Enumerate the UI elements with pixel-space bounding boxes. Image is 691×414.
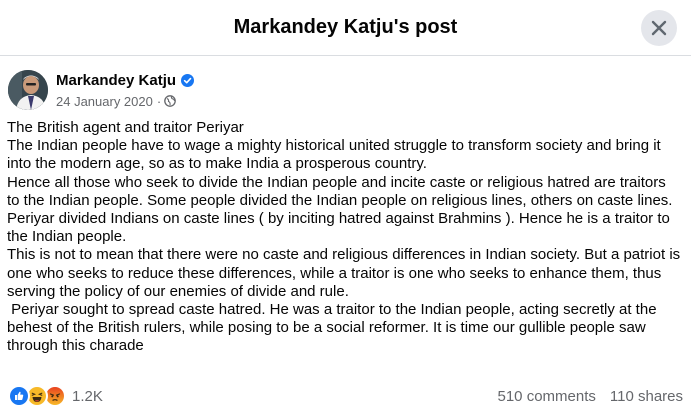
engagement-stats: 510 comments 110 shares — [484, 388, 684, 405]
post-line: through this charade — [7, 337, 144, 355]
post-line: Hence all those who seek to divide the I… — [7, 173, 666, 191]
post-line: into the modern age, so as to make India… — [7, 155, 427, 173]
post-footer: 1.2K 510 comments 110 shares — [8, 385, 683, 407]
post-text: The British agent and traitor Periyar Th… — [7, 119, 683, 356]
post-date[interactable]: 24 January 2020 — [56, 94, 153, 109]
comments-count[interactable]: 510 comments — [498, 388, 596, 405]
avatar[interactable] — [8, 70, 48, 110]
post-line: one who seeks to reduce these difference… — [7, 264, 662, 282]
reaction-icons — [8, 385, 66, 407]
post-line: serving the policy of our enemies of div… — [7, 282, 349, 300]
shares-count[interactable]: 110 shares — [610, 388, 683, 405]
post-line: Periyar divided Indians on caste lines (… — [7, 210, 670, 228]
close-button[interactable] — [641, 10, 677, 46]
post-line: Periyar sought to spread caste hatred. H… — [7, 301, 657, 319]
post-line: This is not to mean that there were no c… — [7, 246, 681, 264]
post-author: Markandey Katju 24 January 2020 · — [8, 68, 195, 112]
reaction-count[interactable]: 1.2K — [72, 388, 103, 405]
reactions-summary[interactable]: 1.2K — [8, 385, 103, 407]
author-name[interactable]: Markandey Katju — [56, 72, 176, 89]
post-line: to the Indian people. Some people divide… — [7, 191, 673, 209]
author-name-line: Markandey Katju — [56, 70, 195, 90]
profile-photo-icon — [8, 70, 48, 110]
post-line: The Indian people have to wage a mighty … — [7, 137, 661, 155]
dialog-header: Markandey Katju's post — [0, 0, 691, 56]
globe-icon[interactable] — [164, 95, 177, 107]
post-dialog: Markandey Katju's post Markandey Katju 2… — [0, 0, 691, 414]
post-line: behest of the British rulers, while posi… — [7, 319, 646, 337]
close-icon — [651, 20, 667, 36]
post-meta: 24 January 2020 · — [56, 92, 194, 110]
post-line: The British agent and traitor Periyar — [7, 119, 244, 136]
meta-separator: · — [156, 93, 162, 109]
post-line: the Indian people. — [7, 228, 127, 246]
verified-badge-icon — [181, 73, 195, 87]
author-meta: Markandey Katju 24 January 2020 · — [56, 70, 195, 110]
like-icon — [8, 385, 30, 407]
dialog-title: Markandey Katju's post — [233, 16, 458, 38]
